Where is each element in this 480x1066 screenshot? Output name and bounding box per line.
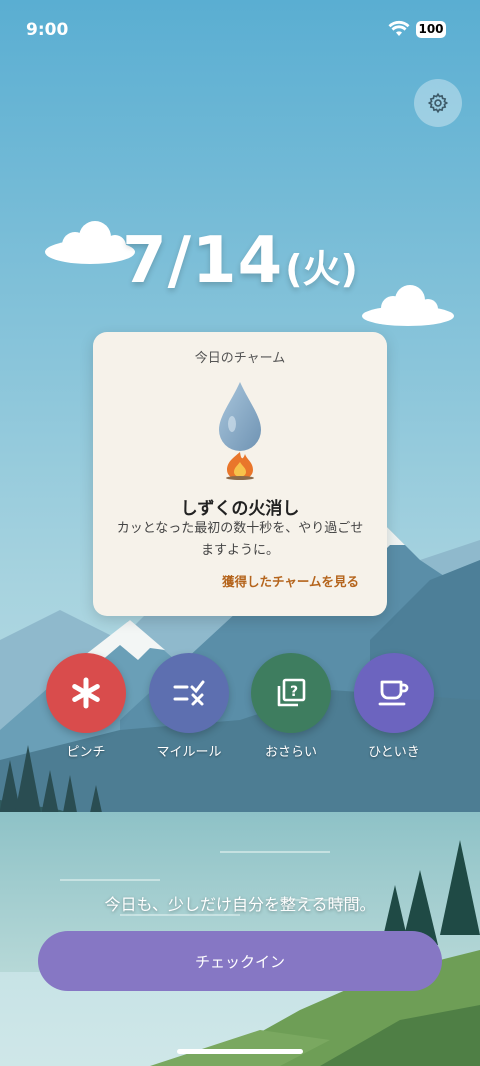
charm-name: しずくの火消し <box>180 499 300 519</box>
break-action[interactable]: ひといき <box>339 653 449 760</box>
review-button[interactable]: ? <box>251 653 331 733</box>
break-label: ひといき <box>368 745 420 760</box>
quick-actions: ピンチ マイルール ? おさらい ひといき <box>0 653 480 763</box>
asterisk-icon <box>72 677 100 709</box>
status-bar: 9:00 100 <box>0 0 480 60</box>
charm-description: カッとなった最初の数十秒を、やり過ごせますように。 <box>116 521 364 558</box>
settings-button[interactable] <box>414 79 462 127</box>
home-indicator[interactable] <box>177 1049 303 1054</box>
review-action[interactable]: ? おさらい <box>236 653 346 760</box>
cup-icon <box>378 680 409 706</box>
today-date: 7/14(火) <box>0 224 480 298</box>
my-rules-action[interactable]: マイルール <box>134 653 244 760</box>
daily-tagline: 今日も、少しだけ自分を整える時間。 <box>104 895 376 914</box>
date-month-day: 7/14 <box>122 224 284 298</box>
status-time: 9:00 <box>26 20 69 40</box>
pinch-label: ピンチ <box>66 745 106 760</box>
date-weekday: (火) <box>285 247 358 291</box>
quiz-icon: ? <box>277 678 306 707</box>
home-screen: 9:00 100 7/14(火) 今日のチャーム しずくの火消し カッとなった最… <box>0 0 480 1066</box>
battery-indicator: 100 <box>416 21 446 38</box>
rules-icon <box>173 680 205 706</box>
break-button[interactable] <box>354 653 434 733</box>
wifi-icon <box>388 20 410 36</box>
charm-card-label: 今日のチャーム <box>194 351 286 366</box>
check-in-label: チェックイン <box>194 952 285 971</box>
pinch-button[interactable] <box>46 653 126 733</box>
gear-icon <box>427 92 449 114</box>
my-rules-button[interactable] <box>149 653 229 733</box>
my-rules-label: マイルール <box>156 745 222 760</box>
svg-text:?: ? <box>290 684 298 700</box>
pinch-action[interactable]: ピンチ <box>31 653 141 760</box>
check-in-button[interactable]: チェックイン <box>38 931 442 991</box>
water-drop-fire-icon <box>219 382 261 480</box>
view-charms-link[interactable]: 獲得したチャームを見る <box>222 571 359 590</box>
review-label: おさらい <box>264 745 317 760</box>
charm-card[interactable]: 今日のチャーム しずくの火消し カッとなった最初の数十秒を、やり過ごせますように… <box>93 332 387 616</box>
